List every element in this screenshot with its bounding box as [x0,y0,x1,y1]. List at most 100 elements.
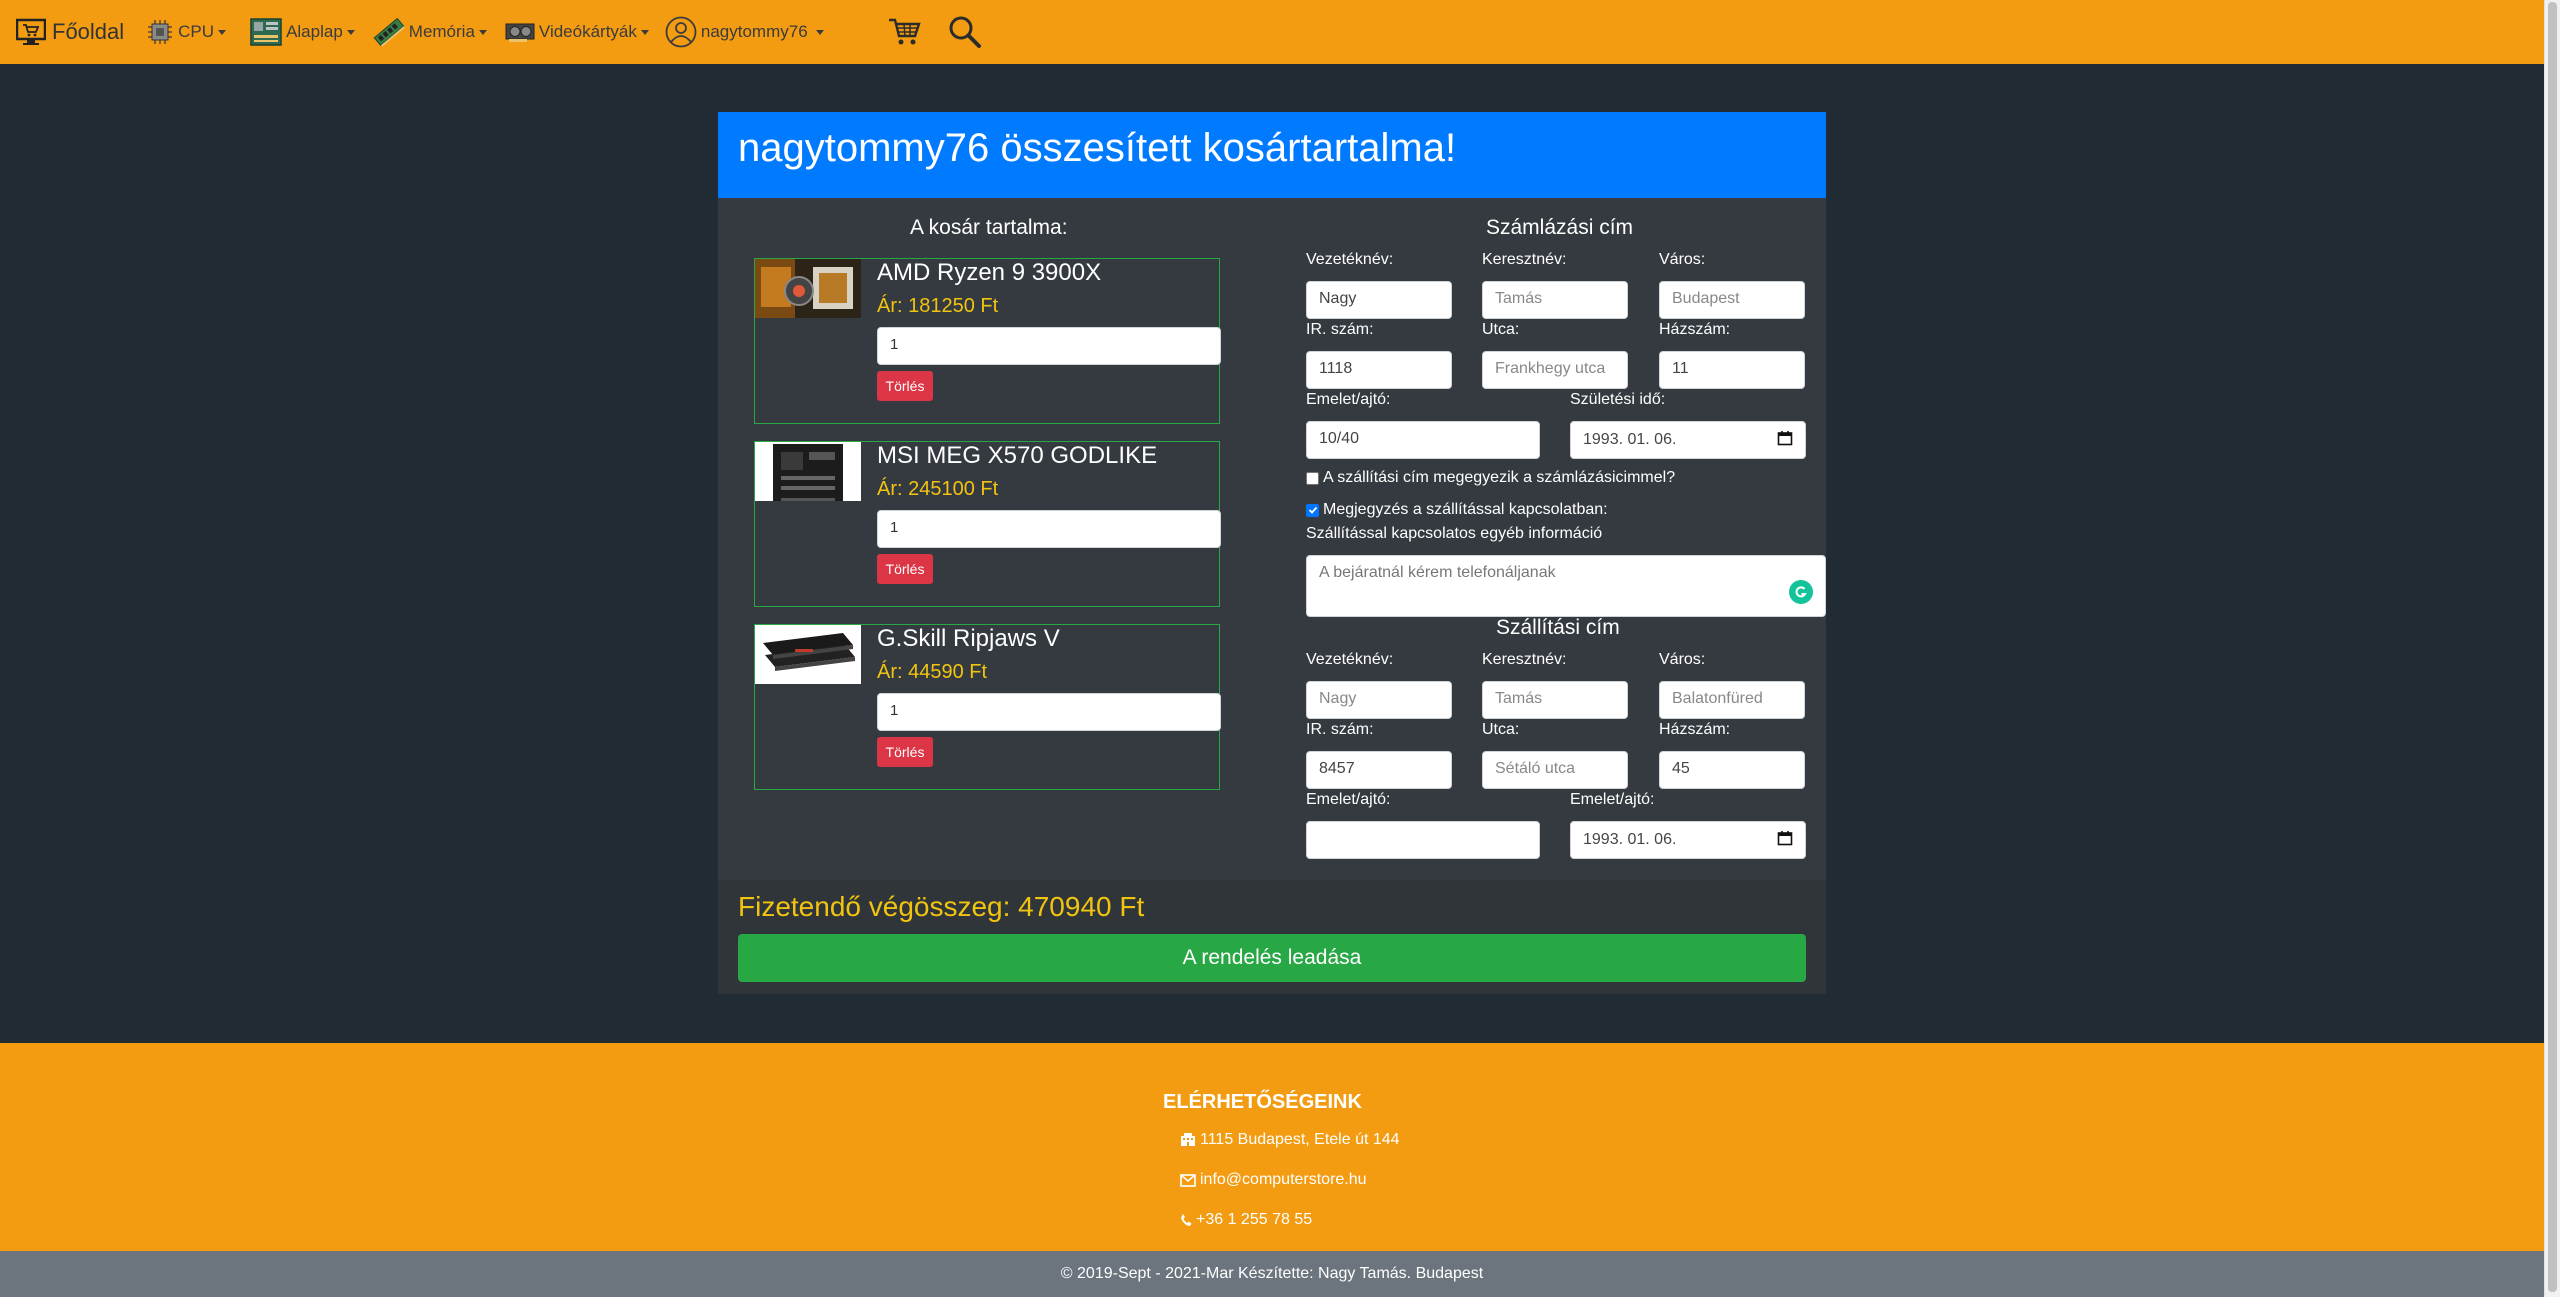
nav-motherboard[interactable]: Alaplap [250,0,355,64]
page-footer: ELÉRHETŐSÉGEINK 1115 Budapest, Etele út … [0,1043,2544,1251]
card-header: nagytommy76 összesített kosártartalma! [718,112,1826,198]
contact-phone[interactable]: +36 1 255 78 55 [1180,1211,1312,1229]
quantity-input[interactable]: 1 [877,327,1221,365]
address-text: 1115 Budapest, Etele út 144 [1200,1131,1400,1148]
chevron-down-icon [218,29,227,35]
user-icon [665,16,697,48]
note-checkbox[interactable] [1306,503,1319,517]
shipping-lastname-field[interactable]: Nagy [1306,681,1452,719]
calendar-icon[interactable] [1777,830,1793,851]
shipping-floor-field[interactable] [1306,821,1540,859]
chevron-down-icon [346,29,355,35]
page-title: nagytommy76 összesített kosártartalma! [738,126,1457,170]
contact-address: 1115 Budapest, Etele út 144 [1180,1131,1400,1149]
same-address-checkbox[interactable] [1306,471,1319,485]
billing-street-field[interactable]: Frankhegy utca [1482,351,1628,389]
shipping-street-field[interactable]: Sétáló utca [1482,751,1628,789]
calendar-icon[interactable] [1777,430,1793,451]
billing-lastname-field[interactable]: Nagy [1306,281,1452,319]
cpu-icon [148,20,173,44]
billing-floor-label: Emelet/ajtó: [1306,391,1391,408]
nav-motherboard-label: Alaplap [286,22,343,41]
shipping-title: Szállítási cím [1496,616,1620,639]
birth-date-value: 1993. 01. 06. [1583,431,1677,448]
search-button[interactable] [948,0,982,64]
cart-heading: A kosár tartalma: [910,216,1068,239]
cart-button[interactable] [888,0,922,64]
item-price: Ár: 245100 Ft [877,478,999,500]
nav-gpu-label: Videókártyák [538,22,637,41]
billing-city-field[interactable]: Budapest [1659,281,1805,319]
scrollbar-thumb[interactable] [2548,2,2557,1292]
chevron-down-icon [815,29,824,35]
cart-item: AMD Ryzen 9 3900X Ár: 181250 Ft 1 Törlés [754,258,1221,424]
shipping-floor2-label: Emelet/ajtó: [1570,791,1655,808]
product-image [755,259,861,318]
item-price: Ár: 181250 Ft [877,295,999,317]
billing-house-label: Házszám: [1659,321,1731,338]
cart-summary-card: nagytommy76 összesített kosártartalma! A… [718,112,1826,994]
motherboard-icon [250,18,282,46]
delete-button[interactable]: Törlés [877,737,933,767]
nav-user-label: nagytommy76 [700,22,808,41]
billing-house-field[interactable]: 11 [1659,351,1805,389]
top-navbar: Főoldal CPU Alaplap Memória Videókártyák… [0,0,2544,64]
item-name: MSI MEG X570 GODLIKE [877,442,1158,469]
chevron-down-icon [640,29,649,35]
shipping-city-label: Város: [1659,651,1706,668]
envelope-icon [1180,1173,1196,1187]
copyright-text: © 2019-Sept - 2021-Mar Készítette: Nagy … [1060,1265,1484,1282]
delete-button[interactable]: Törlés [877,371,933,401]
search-icon [948,15,982,49]
place-order-button[interactable]: A rendelés leadása [738,934,1806,982]
item-name: G.Skill Ripjaws V [877,625,1060,652]
shipping-firstname-field[interactable]: Tamás [1482,681,1628,719]
shipping-zip-field[interactable]: 8457 [1306,751,1452,789]
phone-icon [1180,1213,1192,1227]
ram-icon [373,18,405,46]
nav-cpu[interactable]: CPU [148,0,227,64]
billing-birth-label: Születési idő: [1570,391,1666,408]
shipping-date-value: 1993. 01. 06. [1583,831,1677,848]
note-info-label: Szállítással kapcsolatos egyéb informáci… [1306,525,1603,542]
shipping-house-label: Házszám: [1659,721,1731,738]
home-link[interactable]: Főoldal [16,0,124,64]
billing-zip-field[interactable]: 1118 [1306,351,1452,389]
billing-firstname-field[interactable]: Tamás [1482,281,1628,319]
nav-gpu[interactable]: Videókártyák [505,0,649,64]
cart-item: G.Skill Ripjaws V Ár: 44590 Ft 1 Törlés [754,624,1221,790]
billing-floor-field[interactable]: 10/40 [1306,421,1540,459]
copyright-bar: © 2019-Sept - 2021-Mar Készítette: Nagy … [0,1251,2544,1297]
quantity-input[interactable]: 1 [877,693,1221,731]
shipping-note-textarea[interactable]: A bejáratnál kérem telefonáljanak [1306,555,1826,617]
product-image [755,625,861,684]
monitor-cart-icon [16,18,46,46]
note-checkbox-row[interactable]: Megjegyzés a szállítással kapcsolatban: [1306,501,1608,519]
quantity-input[interactable]: 1 [877,510,1221,548]
shipping-street-label: Utca: [1482,721,1520,738]
shipping-lastname-label: Vezetéknév: [1306,651,1394,668]
shipping-city-field[interactable]: Balatonfüred [1659,681,1805,719]
nav-memory-label: Memória [408,22,475,41]
shipping-date-field[interactable]: 1993. 01. 06. [1570,821,1806,859]
grammarly-icon[interactable] [1789,580,1813,604]
contact-email[interactable]: info@computerstore.hu [1180,1171,1367,1189]
shipping-floor-label: Emelet/ajtó: [1306,791,1391,808]
shipping-zip-label: IR. szám: [1306,721,1374,738]
shipping-house-field[interactable]: 45 [1659,751,1805,789]
billing-birth-date-field[interactable]: 1993. 01. 06. [1570,421,1806,459]
same-address-checkbox-row[interactable]: A szállítási cím megegyezik a számlázási… [1306,469,1675,487]
product-image [755,442,861,501]
vertical-scrollbar[interactable] [2544,0,2560,1297]
nav-memory[interactable]: Memória [373,0,487,64]
cart-icon [888,17,922,47]
email-text: info@computerstore.hu [1200,1171,1367,1188]
home-label: Főoldal [52,19,125,44]
billing-zip-label: IR. szám: [1306,321,1374,338]
contact-title: ELÉRHETŐSÉGEINK [1163,1091,1362,1113]
shipping-firstname-label: Keresztnév: [1482,651,1567,668]
billing-lastname-label: Vezetéknév: [1306,251,1394,268]
delete-button[interactable]: Törlés [877,554,933,584]
billing-title: Számlázási cím [1486,216,1634,239]
nav-user[interactable]: nagytommy76 [665,0,824,64]
